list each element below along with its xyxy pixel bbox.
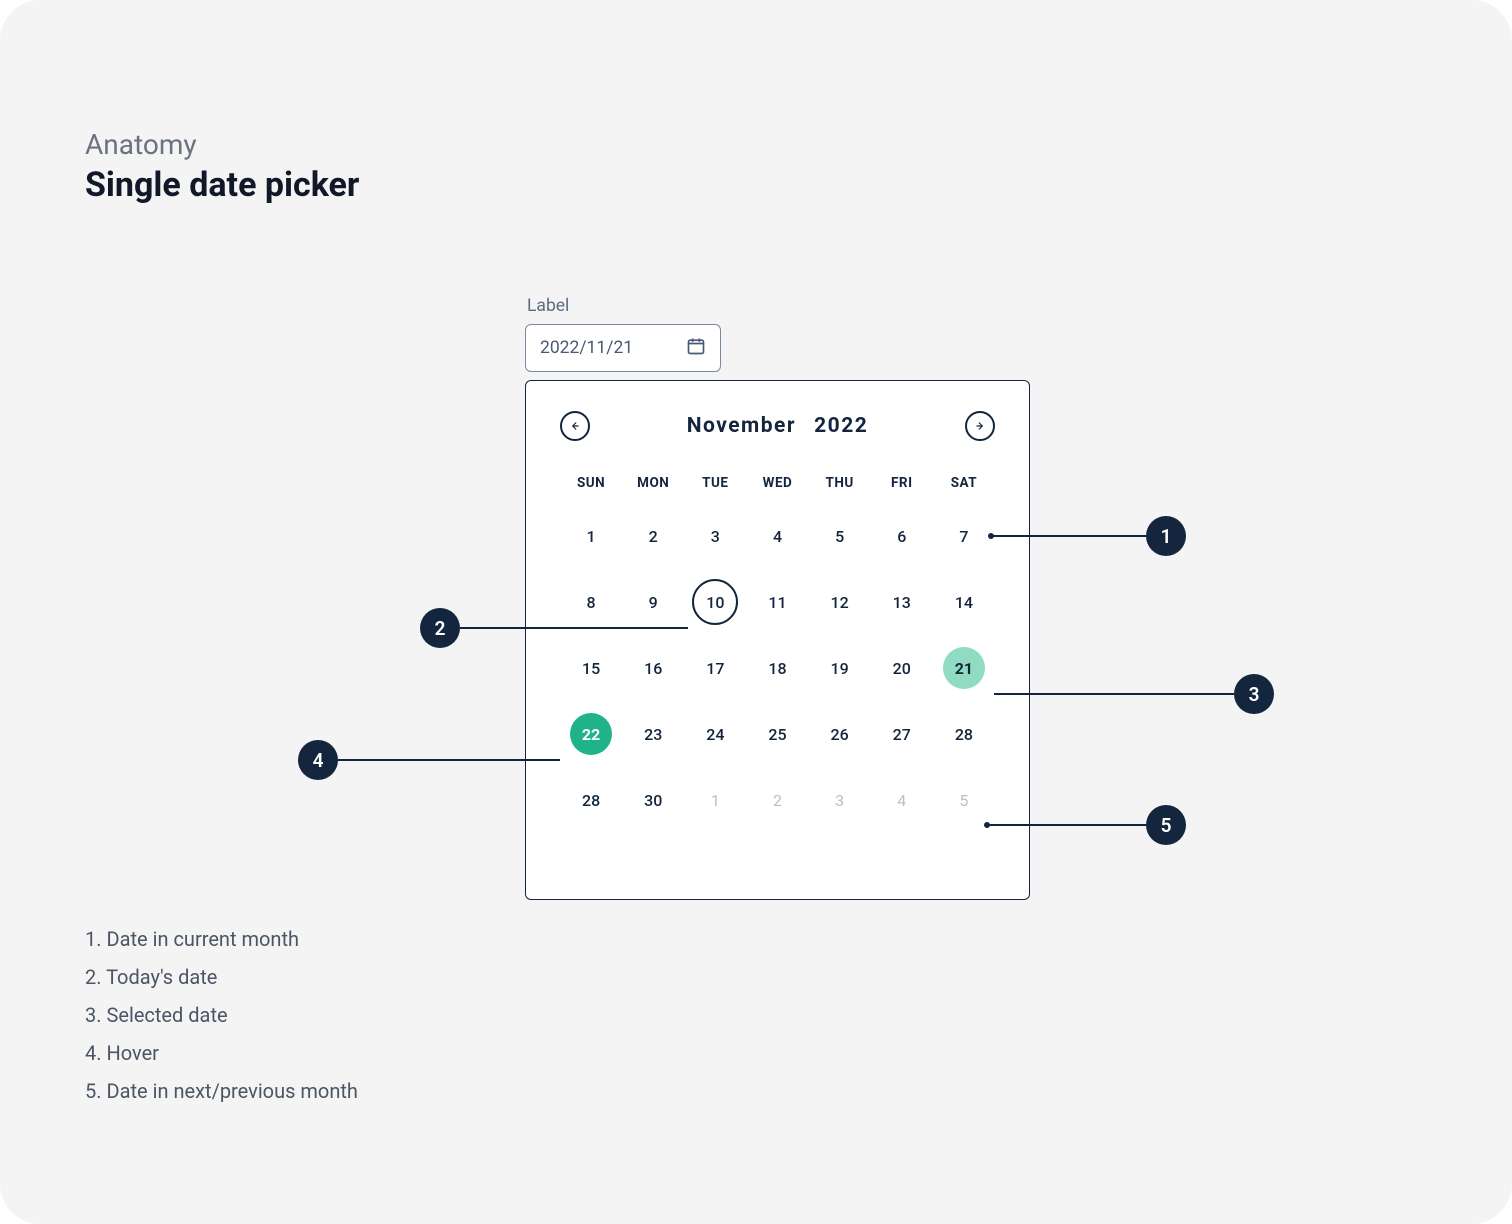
- calendar-day[interactable]: 21: [933, 647, 995, 689]
- calendar-day[interactable]: 28: [560, 779, 622, 821]
- calendar-day[interactable]: 28: [933, 713, 995, 755]
- calendar-day[interactable]: 1: [684, 779, 746, 821]
- annotation-marker-5: 5: [1146, 805, 1186, 845]
- calendar-day[interactable]: 3: [809, 779, 871, 821]
- day-of-week-header: FRI: [871, 475, 933, 491]
- day-of-week-header: WED: [746, 475, 808, 491]
- leader-line: [991, 535, 1146, 537]
- calendar-day[interactable]: 13: [871, 581, 933, 623]
- calendar-day[interactable]: 6: [871, 515, 933, 557]
- next-month-button[interactable]: [965, 411, 995, 441]
- page-title: Single date picker: [85, 165, 359, 205]
- annotation-marker-4: 4: [298, 740, 338, 780]
- calendar-day[interactable]: 15: [560, 647, 622, 689]
- calendar-day[interactable]: 23: [622, 713, 684, 755]
- date-input-value: 2022/11/21: [540, 338, 633, 358]
- calendar-day[interactable]: 5: [809, 515, 871, 557]
- calendar-day[interactable]: 24: [684, 713, 746, 755]
- calendar-popover: November 2022 SUNMONTUEWEDTHUFRISAT12345…: [525, 380, 1030, 900]
- annotation-marker-3: 3: [1234, 674, 1274, 714]
- legend-item: 5. Date in next/previous month: [85, 1072, 358, 1110]
- eyebrow: Anatomy: [85, 128, 197, 161]
- calendar-day[interactable]: 20: [871, 647, 933, 689]
- calendar-grid: SUNMONTUEWEDTHUFRISAT1234567891011121314…: [560, 475, 995, 821]
- doc-panel: Anatomy Single date picker Label 2022/11…: [0, 0, 1512, 1224]
- calendar-day[interactable]: 4: [746, 515, 808, 557]
- calendar-day[interactable]: 26: [809, 713, 871, 755]
- calendar-day[interactable]: 4: [871, 779, 933, 821]
- calendar-day[interactable]: 25: [746, 713, 808, 755]
- month-label: November: [687, 414, 796, 438]
- annotation-marker-1: 1: [1146, 516, 1186, 556]
- calendar-day[interactable]: 7: [933, 515, 995, 557]
- leader-line: [987, 824, 1146, 826]
- calendar-day[interactable]: 2: [746, 779, 808, 821]
- calendar-day[interactable]: 17: [684, 647, 746, 689]
- leader-line: [338, 759, 560, 761]
- calendar-day[interactable]: 16: [622, 647, 684, 689]
- day-of-week-header: TUE: [684, 475, 746, 491]
- calendar-day[interactable]: 22: [560, 713, 622, 755]
- calendar-icon[interactable]: [686, 336, 706, 361]
- prev-month-button[interactable]: [560, 411, 590, 441]
- calendar-day[interactable]: 11: [746, 581, 808, 623]
- calendar-day[interactable]: 9: [622, 581, 684, 623]
- annotation-marker-2: 2: [420, 608, 460, 648]
- calendar-day[interactable]: 18: [746, 647, 808, 689]
- calendar-day[interactable]: 27: [871, 713, 933, 755]
- leader-line: [994, 693, 1234, 695]
- legend-item: 4. Hover: [85, 1034, 358, 1072]
- calendar-day[interactable]: 8: [560, 581, 622, 623]
- calendar-day[interactable]: 3: [684, 515, 746, 557]
- calendar-day[interactable]: 12: [809, 581, 871, 623]
- field-label: Label: [527, 296, 569, 316]
- legend-item: 3. Selected date: [85, 996, 358, 1034]
- month-year-label: November 2022: [687, 414, 869, 438]
- calendar-day[interactable]: 19: [809, 647, 871, 689]
- day-of-week-header: SUN: [560, 475, 622, 491]
- day-of-week-header: THU: [809, 475, 871, 491]
- date-input[interactable]: 2022/11/21: [525, 324, 721, 372]
- calendar-day[interactable]: 10: [684, 581, 746, 623]
- legend-list: 1. Date in current month 2. Today's date…: [85, 920, 358, 1110]
- legend-item: 2. Today's date: [85, 958, 358, 996]
- calendar-day[interactable]: 5: [933, 779, 995, 821]
- year-label: 2022: [814, 414, 868, 438]
- calendar-day[interactable]: 1: [560, 515, 622, 557]
- leader-line: [460, 627, 688, 629]
- calendar-day[interactable]: 30: [622, 779, 684, 821]
- calendar-day[interactable]: 2: [622, 515, 684, 557]
- calendar-day[interactable]: 14: [933, 581, 995, 623]
- day-of-week-header: SAT: [933, 475, 995, 491]
- day-of-week-header: MON: [622, 475, 684, 491]
- legend-item: 1. Date in current month: [85, 920, 358, 958]
